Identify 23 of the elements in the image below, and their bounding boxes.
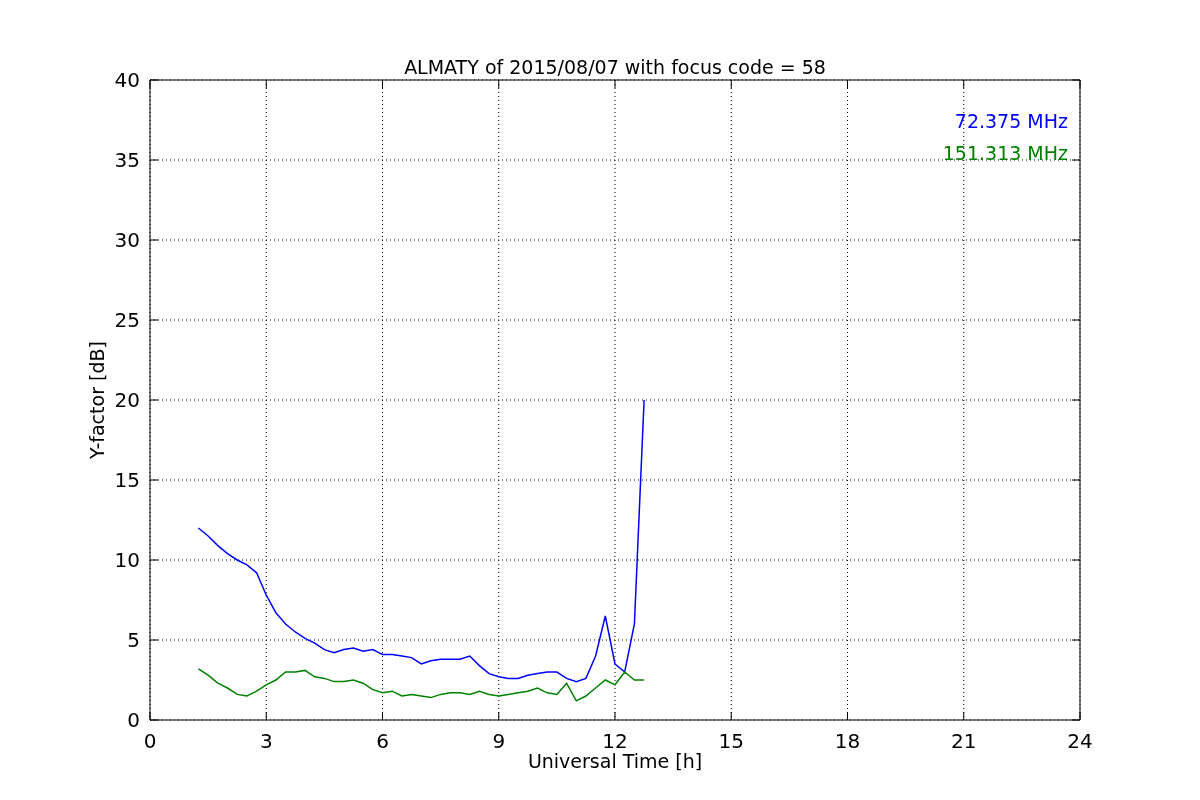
x-axis-label: Universal Time [h] bbox=[527, 750, 703, 772]
legend-label: 151.313 MHz bbox=[942, 142, 1068, 164]
x-tick-label: 6 bbox=[376, 729, 389, 753]
y-tick-label: 10 bbox=[114, 548, 140, 572]
y-axis-label: Y-factor [dB] bbox=[86, 341, 108, 459]
y-tick-label: 25 bbox=[114, 308, 140, 332]
x-tick-label: 21 bbox=[951, 729, 977, 753]
x-tick-label: 3 bbox=[259, 729, 273, 753]
y-tick-label: 0 bbox=[127, 708, 140, 732]
y-tick-label: 15 bbox=[114, 468, 140, 492]
chart-title: ALMATY of 2015/08/07 with focus code = 58 bbox=[404, 56, 826, 78]
x-tick-label: 9 bbox=[492, 729, 506, 753]
y-tick-label: 5 bbox=[127, 628, 140, 652]
y-tick-label: 20 bbox=[114, 388, 140, 412]
x-tick-label: 12 bbox=[602, 729, 628, 753]
x-tick-label: 24 bbox=[1067, 729, 1093, 753]
y-tick-label: 30 bbox=[114, 228, 140, 252]
y-tick-label: 40 bbox=[114, 68, 140, 92]
legend-label: 72.375 MHz bbox=[954, 110, 1068, 132]
x-tick-label: 15 bbox=[718, 729, 744, 753]
x-tick-label: 0 bbox=[143, 729, 157, 753]
x-tick-label: 18 bbox=[834, 729, 861, 753]
y-tick-label: 35 bbox=[114, 148, 140, 172]
